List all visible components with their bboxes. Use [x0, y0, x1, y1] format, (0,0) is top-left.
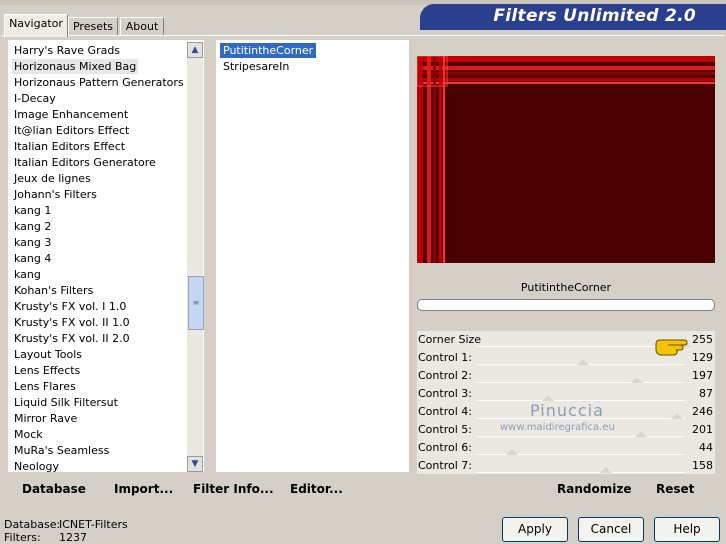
filter-list-item[interactable]: kang 1 — [14, 203, 51, 218]
filter-list-item[interactable]: kang 2 — [14, 219, 51, 234]
reset-button[interactable]: Reset — [656, 482, 694, 496]
filter-list-item[interactable]: kang 3 — [14, 235, 51, 250]
filter-list-item[interactable]: kang 4 — [14, 251, 51, 266]
filter-list-item[interactable]: Lens Flares — [14, 379, 76, 394]
filter-list-item[interactable]: Italian Editors Generatore — [14, 155, 156, 170]
control-value: 255 — [692, 333, 713, 346]
editor-button[interactable]: Editor... — [290, 482, 343, 496]
pointing-hand-icon — [654, 335, 688, 360]
control-slider-row[interactable]: Control 6: 44 — [417, 439, 715, 457]
cancel-button[interactable]: Cancel — [578, 517, 644, 542]
control-value: 158 — [692, 459, 713, 472]
filter-list-item[interactable]: Neology — [14, 459, 59, 472]
filter-info-button[interactable]: Filter Info... — [193, 482, 274, 496]
status-filters-label: Filters: — [4, 531, 41, 544]
filter-preview — [417, 56, 715, 263]
filter-list-item[interactable]: Krusty's FX vol. II 2.0 — [14, 331, 130, 346]
control-label: Control 7: — [418, 459, 472, 472]
watermark-url: www.maidiregrafica.eu — [500, 422, 615, 433]
window-title: Filters Unlimited 2.0 — [493, 6, 696, 26]
watermark-text: Pinuccia — [530, 401, 604, 420]
filter-list-item[interactable]: Harry's Rave Grads — [14, 43, 120, 58]
filter-list-item[interactable]: Layout Tools — [14, 347, 82, 362]
filter-list-item[interactable]: Kohan's Filters — [14, 283, 93, 298]
filter-list-item[interactable]: It@lian Editors Effect — [14, 123, 129, 138]
control-slider-row[interactable]: Control 7: 158 — [417, 457, 715, 475]
control-value: 197 — [692, 369, 713, 382]
control-slider-row[interactable]: Control 2: 197 — [417, 367, 715, 385]
filter-list-item[interactable]: Krusty's FX vol. II 1.0 — [14, 315, 130, 330]
control-slider-thumb[interactable] — [599, 467, 612, 473]
preview-filter-name: PutitintheCorner — [520, 281, 612, 294]
control-slider-thumb[interactable] — [506, 449, 519, 455]
control-label: Control 3: — [418, 387, 472, 400]
control-label: Control 2: — [418, 369, 472, 382]
status-database-value: ICNET-Filters — [59, 518, 128, 531]
randomize-button[interactable]: Randomize — [557, 482, 631, 496]
control-label: Control 5: — [418, 423, 472, 436]
control-slider-track[interactable] — [477, 472, 685, 473]
control-label: Control 1: — [418, 351, 472, 364]
filter-list-item[interactable]: Lens Effects — [14, 363, 80, 378]
status-filters-value: 1237 — [59, 531, 87, 544]
filter-category-list[interactable]: Harry's Rave Grads Horizonaus Mixed Bag Ho… — [8, 40, 204, 472]
control-label: Control 4: — [418, 405, 472, 418]
tab-presets[interactable]: Presets — [68, 17, 118, 36]
filter-list-item[interactable]: I-Decay — [14, 91, 56, 106]
control-slider-thumb[interactable] — [631, 377, 644, 383]
filter-list-item[interactable]: Jeux de lignes — [14, 171, 91, 186]
progress-bar — [417, 299, 715, 311]
control-slider-thumb[interactable] — [670, 413, 683, 419]
control-slider-thumb[interactable] — [577, 359, 590, 365]
tab-about[interactable]: About — [120, 17, 164, 36]
control-slider-track[interactable] — [477, 382, 685, 383]
preview-image — [417, 56, 715, 263]
control-value: 44 — [699, 441, 713, 454]
tab-navigator[interactable]: Navigator — [4, 14, 68, 37]
filter-list-item[interactable]: kang — [14, 267, 41, 282]
bottom-toolbar: Database Import... Filter Info... Editor… — [6, 476, 720, 501]
control-value: 129 — [692, 351, 713, 364]
database-button[interactable]: Database — [22, 482, 86, 496]
control-slider-track[interactable] — [477, 436, 685, 437]
control-slider-thumb[interactable] — [635, 431, 648, 437]
control-value: 201 — [692, 423, 713, 436]
help-button[interactable]: Help — [654, 517, 720, 542]
filter-list-item[interactable]: Horizonaus Pattern Generators — [14, 75, 184, 90]
control-value: 87 — [699, 387, 713, 400]
filter-list-item[interactable]: Mock — [14, 427, 43, 442]
filter-list-item[interactable]: Krusty's FX vol. I 1.0 — [14, 299, 126, 314]
filter-list-item[interactable]: Liquid Silk Filtersut — [14, 395, 118, 410]
control-label: Control 6: — [418, 441, 472, 454]
control-label: Corner Size — [418, 333, 482, 346]
control-value: 246 — [692, 405, 713, 418]
subfilter-list[interactable]: PutitintheCorner StripesareIn — [216, 40, 409, 472]
filter-list-scrollbar[interactable]: ▲ ≡ ▼ — [187, 42, 204, 472]
import-button[interactable]: Import... — [114, 482, 173, 496]
scroll-down-button[interactable]: ▼ — [187, 456, 203, 472]
scroll-thumb[interactable]: ≡ — [188, 276, 204, 330]
filter-list-item[interactable]: Johann's Filters — [14, 187, 97, 202]
subfilter-item[interactable]: PutitintheCorner — [220, 43, 317, 58]
filter-list-item[interactable]: Italian Editors Effect — [14, 139, 125, 154]
scroll-up-button[interactable]: ▲ — [187, 42, 203, 58]
apply-button[interactable]: Apply — [502, 517, 568, 542]
filter-list-item[interactable]: MuRa's Seamless — [14, 443, 109, 458]
filter-list-item[interactable]: Image Enhancement — [14, 107, 128, 122]
status-database-label: Database: — [4, 518, 61, 531]
subfilter-item[interactable]: StripesareIn — [220, 59, 292, 74]
filter-list-item[interactable]: Mirror Rave — [14, 411, 77, 426]
filter-list-item[interactable]: Horizonaus Mixed Bag — [12, 59, 139, 74]
